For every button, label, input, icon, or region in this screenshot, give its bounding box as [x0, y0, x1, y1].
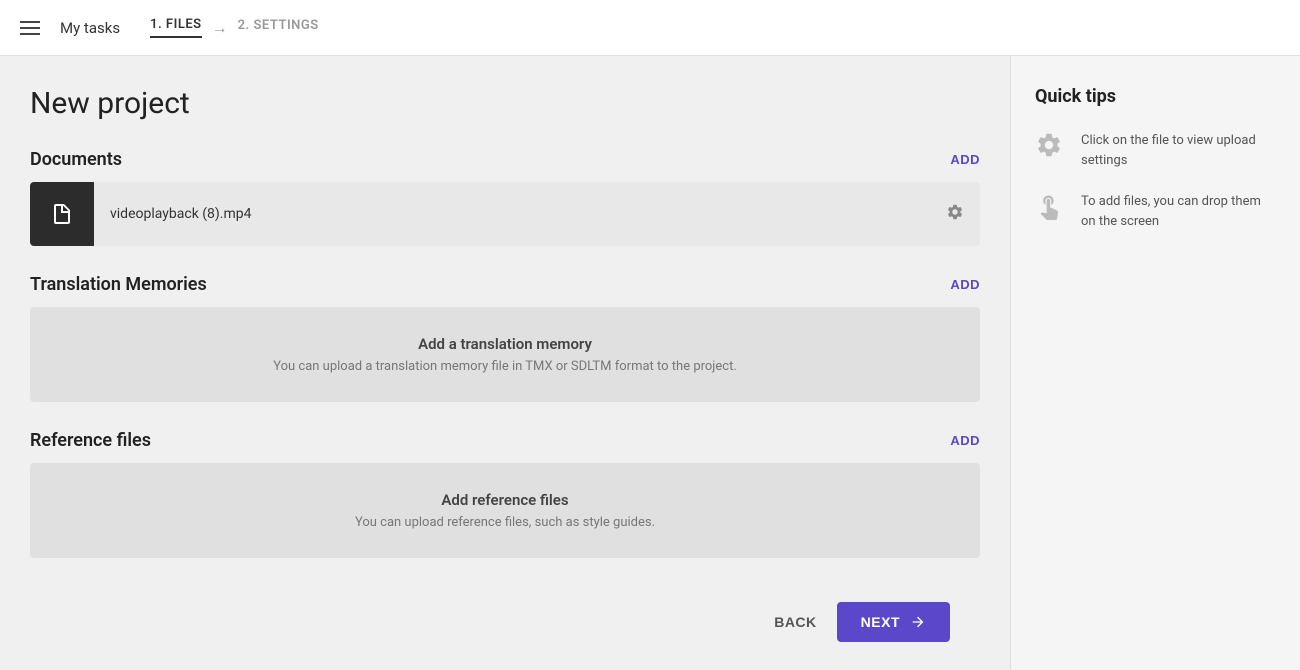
page-title: New project [30, 86, 980, 121]
reference-files-section: Reference files ADD Add reference files … [30, 430, 980, 558]
arrow-right-icon [910, 614, 926, 630]
reference-files-placeholder-sub: You can upload reference files, such as … [355, 515, 655, 530]
file-name: videoplayback (8).mp4 [94, 206, 930, 222]
my-tasks-link[interactable]: My tasks [60, 19, 120, 37]
step2-tab[interactable]: 2. SETTINGS [238, 18, 319, 37]
gear-icon [946, 203, 964, 221]
translation-memories-placeholder-sub: You can upload a translation memory file… [273, 359, 737, 374]
translation-memories-add-button[interactable]: ADD [950, 277, 980, 292]
documents-add-button[interactable]: ADD [950, 152, 980, 167]
documents-header: Documents ADD [30, 149, 980, 170]
tip-item-2: To add files, you can drop them on the s… [1035, 192, 1276, 231]
content-area: New project Documents ADD videoplayback … [0, 56, 1010, 670]
documents-section: Documents ADD videoplayback (8).mp4 [30, 149, 980, 246]
translation-memories-header: Translation Memories ADD [30, 274, 980, 295]
back-button[interactable]: BACK [774, 614, 816, 630]
reference-files-header: Reference files ADD [30, 430, 980, 451]
sidebar: Quick tips Click on the file to view upl… [1010, 56, 1300, 670]
file-item[interactable]: videoplayback (8).mp4 [30, 182, 980, 246]
translation-memories-placeholder-title: Add a translation memory [418, 335, 592, 353]
translation-memories-section: Translation Memories ADD Add a translati… [30, 274, 980, 402]
gear-tip-icon [1035, 131, 1067, 163]
tip-text-1: Click on the file to view upload setting… [1081, 131, 1276, 170]
header: My tasks 1. FILES → 2. SETTINGS [0, 0, 1300, 56]
reference-files-title: Reference files [30, 430, 151, 451]
file-settings-button[interactable] [930, 203, 980, 225]
next-label: NEXT [861, 614, 900, 630]
tip-text-2: To add files, you can drop them on the s… [1081, 192, 1276, 231]
translation-memories-placeholder: Add a translation memory You can upload … [30, 307, 980, 402]
sidebar-title: Quick tips [1035, 86, 1276, 107]
step1-tab[interactable]: 1. FILES [150, 17, 202, 38]
reference-files-add-button[interactable]: ADD [950, 433, 980, 448]
nav-steps: 1. FILES → 2. SETTINGS [150, 17, 319, 38]
translation-memories-title: Translation Memories [30, 274, 207, 295]
reference-files-placeholder-title: Add reference files [441, 491, 568, 509]
nav-arrow: → [212, 18, 228, 38]
hand-tip-icon [1035, 192, 1067, 224]
reference-files-placeholder: Add reference files You can upload refer… [30, 463, 980, 558]
hamburger-menu[interactable] [20, 21, 40, 35]
documents-title: Documents [30, 149, 122, 170]
main-area: New project Documents ADD videoplayback … [0, 56, 1300, 670]
document-icon [50, 202, 74, 226]
file-icon-box [30, 182, 94, 246]
footer: BACK NEXT [30, 586, 980, 658]
tip-item-1: Click on the file to view upload setting… [1035, 131, 1276, 170]
next-button[interactable]: NEXT [837, 602, 950, 642]
